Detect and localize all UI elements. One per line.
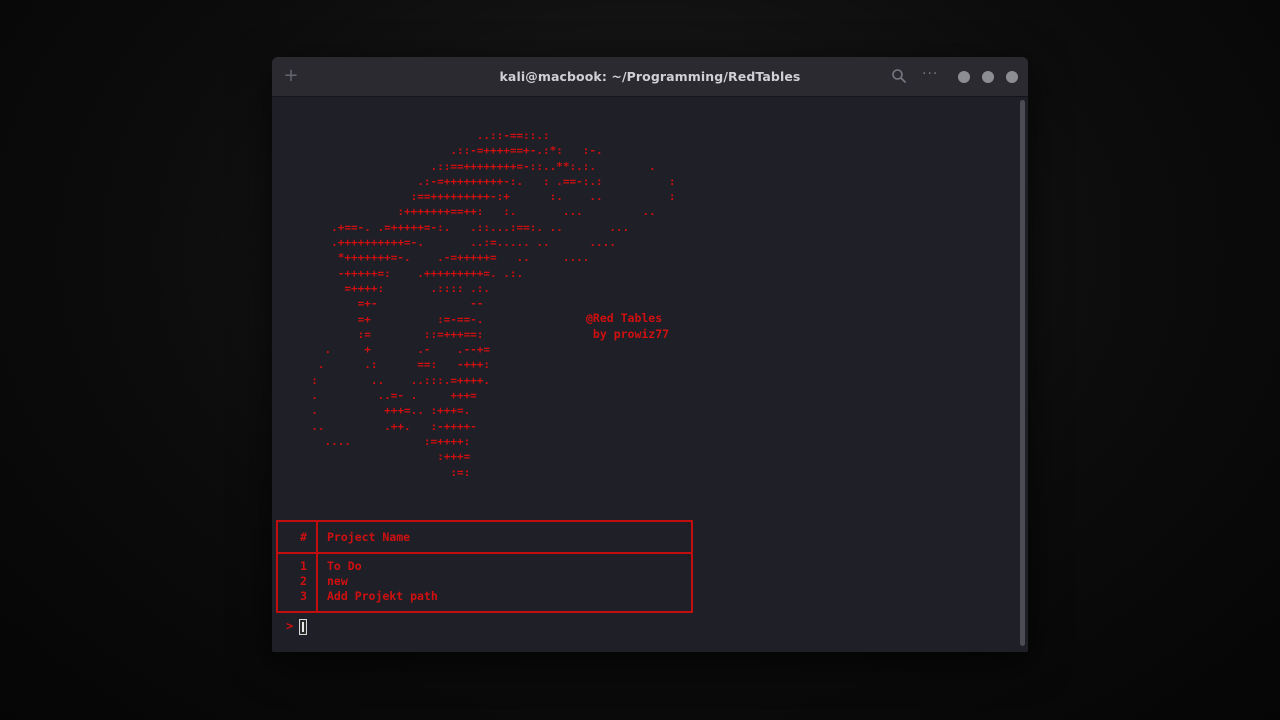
table-row-number: 2 bbox=[300, 574, 307, 588]
terminal-window: + kali@macbook: ~/Programming/RedTables … bbox=[272, 57, 1028, 652]
scrollbar[interactable] bbox=[1020, 100, 1025, 646]
table-header-number: # bbox=[300, 530, 307, 544]
text-cursor[interactable] bbox=[299, 619, 307, 635]
search-icon[interactable] bbox=[891, 68, 907, 84]
table-row-name: new bbox=[327, 574, 348, 588]
ascii-art-logo: ..::-==::.: .::-=++++==+-.:*: :-. .::==+… bbox=[311, 129, 676, 479]
projects-table: # Project Name 1 To Do 2 new 3 Add Proje… bbox=[276, 520, 693, 613]
close-icon[interactable] bbox=[1006, 71, 1018, 83]
table-header-project-name: Project Name bbox=[327, 530, 411, 544]
table-row-name: To Do bbox=[327, 559, 362, 573]
window-title: kali@macbook: ~/Programming/RedTables bbox=[499, 69, 801, 84]
table-row-number: 1 bbox=[300, 559, 307, 573]
titlebar: + kali@macbook: ~/Programming/RedTables … bbox=[272, 57, 1028, 97]
banner-text: @Red Tables by prowiz77 bbox=[586, 311, 670, 341]
table-column-divider bbox=[316, 522, 318, 611]
maximize-icon[interactable] bbox=[982, 71, 994, 83]
minimize-icon[interactable] bbox=[958, 71, 970, 83]
table-row-name: Add Projekt path bbox=[327, 589, 438, 603]
table-row-number: 3 bbox=[300, 589, 307, 603]
prompt-symbol: > bbox=[286, 619, 294, 633]
table-header-divider bbox=[278, 552, 691, 554]
menu-dots-icon[interactable]: ··· bbox=[922, 66, 942, 82]
terminal-area[interactable]: ..::-==::.: .::-=++++==+-.:*: :-. .::==+… bbox=[272, 98, 1028, 652]
